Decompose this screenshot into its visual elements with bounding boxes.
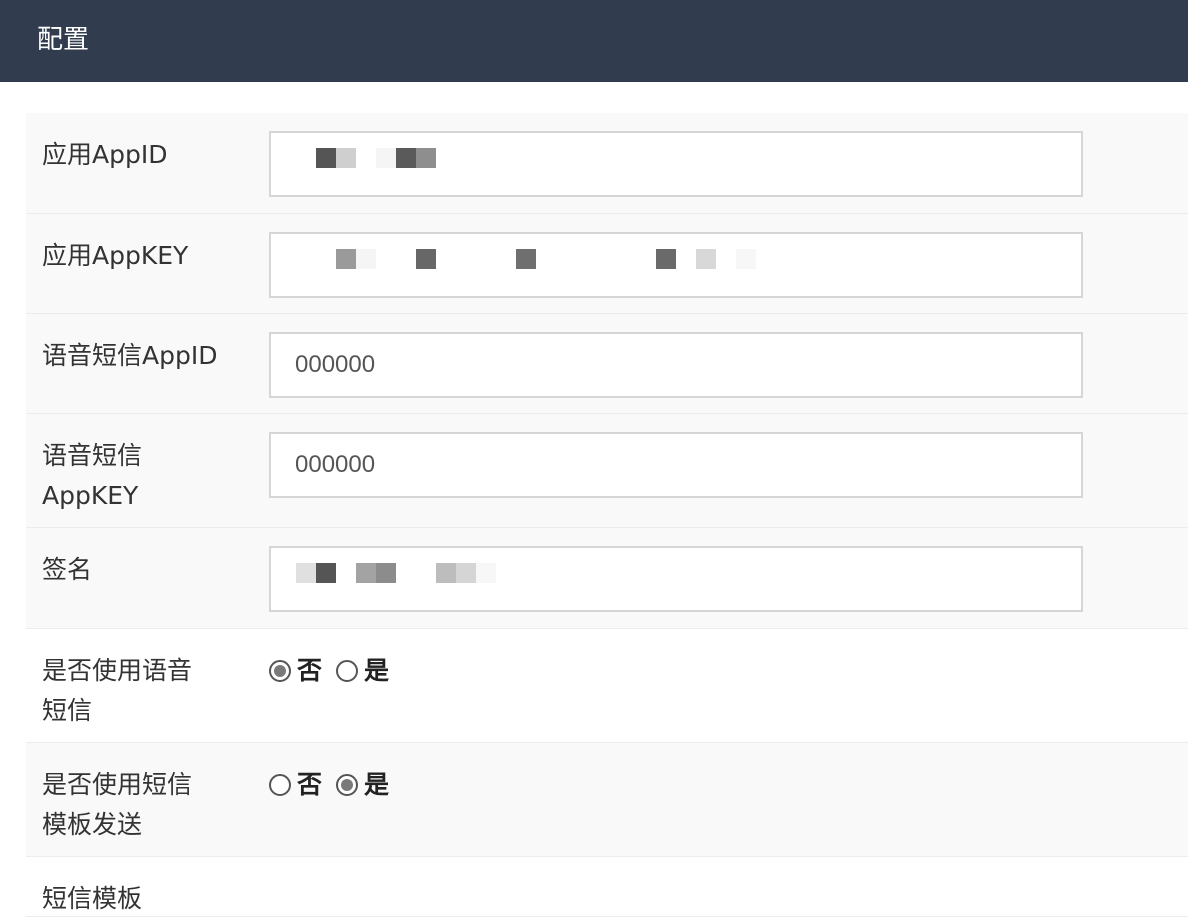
page-header: 配置 — [0, 0, 1188, 82]
redacted-block — [356, 249, 376, 269]
radio-option-label: 否 — [297, 656, 323, 685]
field-row-use-voice: 是否使用语音短信 否 是 — [26, 629, 1188, 743]
redacted-block — [376, 563, 396, 583]
redacted-block — [476, 563, 496, 583]
voice-appkey-label: 语音短信AppKEY — [42, 441, 143, 510]
signature-label: 签名 — [42, 555, 93, 584]
field-row-sms-template: 短信模板 — [26, 857, 1188, 917]
use-voice-radio-group: 否 是 — [269, 651, 403, 691]
field-row-signature: 签名 — [26, 528, 1188, 629]
sms-template-label: 短信模板 — [42, 884, 143, 913]
radio-unchecked-icon[interactable] — [269, 774, 291, 796]
field-row-appkey: 应用AppKEY — [26, 214, 1188, 314]
redacted-block — [336, 148, 356, 168]
redacted-block — [316, 563, 336, 583]
use-template-label: 是否使用短信模板发送 — [42, 770, 193, 839]
redacted-block — [436, 563, 456, 583]
radio-checked-icon[interactable] — [336, 774, 359, 796]
use-template-option-yes[interactable]: 是 — [336, 765, 403, 805]
redacted-block — [336, 249, 356, 269]
redacted-block — [376, 148, 396, 168]
radio-option-label: 是 — [364, 656, 390, 685]
field-row-voice-appid: 语音短信AppID — [26, 314, 1188, 414]
redacted-block — [416, 148, 436, 168]
use-template-radio-group: 否 是 — [269, 765, 403, 805]
radio-unchecked-icon[interactable] — [336, 660, 359, 682]
appkey-input[interactable] — [269, 232, 1083, 298]
redacted-block — [296, 563, 316, 583]
page-title: 配置 — [37, 25, 90, 55]
voice-appid-label: 语音短信AppID — [42, 341, 218, 370]
redacted-block — [456, 563, 476, 583]
radio-option-label: 是 — [364, 770, 390, 799]
appid-label: 应用AppID — [42, 140, 168, 169]
radio-checked-icon[interactable] — [269, 660, 291, 682]
redacted-block — [316, 148, 336, 168]
redacted-block — [396, 148, 416, 168]
appkey-label: 应用AppKEY — [42, 241, 189, 270]
use-template-option-no[interactable]: 否 — [269, 765, 336, 805]
redacted-block — [356, 563, 376, 583]
redacted-block — [656, 249, 676, 269]
signature-input[interactable] — [269, 546, 1083, 612]
field-row-voice-appkey: 语音短信AppKEY — [26, 414, 1188, 528]
field-row-use-template: 是否使用短信模板发送 否 是 — [26, 743, 1188, 857]
redacted-block — [516, 249, 536, 269]
voice-appid-input[interactable] — [269, 332, 1083, 398]
use-voice-label: 是否使用语音短信 — [42, 656, 193, 725]
redacted-block — [736, 249, 756, 269]
redacted-block — [696, 249, 716, 269]
radio-option-label: 否 — [297, 770, 323, 799]
voice-appkey-input[interactable] — [269, 432, 1083, 498]
field-row-appid: 应用AppID — [26, 113, 1188, 214]
use-voice-option-yes[interactable]: 是 — [336, 651, 403, 691]
appid-input[interactable] — [269, 131, 1083, 197]
redacted-block — [416, 249, 436, 269]
config-form: 应用AppID 应用AppKEY 语音短信AppID 语音短信AppKEY — [26, 113, 1188, 917]
use-voice-option-no[interactable]: 否 — [269, 651, 336, 691]
